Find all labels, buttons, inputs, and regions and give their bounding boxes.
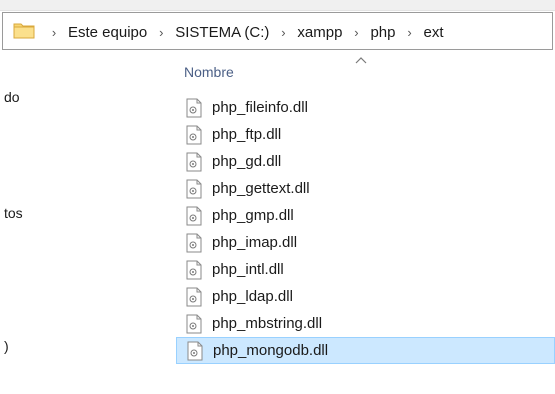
breadcrumb-php[interactable]: php	[370, 24, 395, 41]
file-row[interactable]: php_gmp.dll	[176, 202, 555, 229]
file-list: php_fileinfo.dll php_ftp.dll php_gd.dll …	[176, 94, 555, 364]
file-explorer-window: › Este equipo › SISTEMA (C:) › xampp › p…	[0, 0, 555, 394]
dll-file-icon	[187, 341, 203, 360]
breadcrumb-este-equipo[interactable]: Este equipo	[68, 24, 147, 41]
file-name: php_imap.dll	[212, 234, 298, 251]
file-row[interactable]: php_ftp.dll	[176, 121, 555, 148]
nav-item-label[interactable]: )	[4, 338, 9, 354]
chevron-right-icon[interactable]: ›	[49, 25, 59, 40]
chevron-right-icon[interactable]: ›	[404, 25, 414, 40]
dll-file-icon	[186, 125, 202, 144]
file-row[interactable]: php_gettext.dll	[176, 175, 555, 202]
address-bar[interactable]: › Este equipo › SISTEMA (C:) › xampp › p…	[2, 12, 553, 50]
nav-item-label[interactable]: do	[4, 89, 20, 105]
file-row[interactable]: php_mbstring.dll	[176, 310, 555, 337]
file-name: php_gmp.dll	[212, 207, 294, 224]
nav-item-label[interactable]: tos	[4, 205, 23, 221]
dll-file-icon	[186, 179, 202, 198]
file-name: php_mongodb.dll	[213, 342, 329, 359]
ribbon-edge	[0, 0, 555, 11]
dll-file-icon	[186, 233, 202, 252]
folder-icon	[13, 23, 35, 39]
dll-file-icon	[186, 206, 202, 225]
file-name: php_intl.dll	[212, 261, 284, 278]
chevron-right-icon[interactable]: ›	[351, 25, 361, 40]
file-row[interactable]: php_intl.dll	[176, 256, 555, 283]
sort-ascending-icon	[355, 57, 367, 64]
file-row[interactable]: php_imap.dll	[176, 229, 555, 256]
navigation-pane: do tos )	[0, 51, 48, 394]
file-name: php_ldap.dll	[212, 288, 293, 305]
file-row[interactable]: php_fileinfo.dll	[176, 94, 555, 121]
file-name: php_ftp.dll	[212, 126, 282, 143]
dll-file-icon	[186, 314, 202, 333]
file-name: php_fileinfo.dll	[212, 99, 308, 116]
breadcrumb: › Este equipo › SISTEMA (C:) › xampp › p…	[49, 21, 444, 43]
file-row-selected[interactable]: php_mongodb.dll	[176, 337, 555, 364]
file-name: php_gd.dll	[212, 153, 282, 170]
column-header-name[interactable]: Nombre	[184, 64, 234, 80]
dll-file-icon	[186, 152, 202, 171]
breadcrumb-ext[interactable]: ext	[423, 24, 443, 41]
chevron-right-icon[interactable]: ›	[156, 25, 166, 40]
file-name: php_gettext.dll	[212, 180, 310, 197]
chevron-right-icon[interactable]: ›	[278, 25, 288, 40]
breadcrumb-xampp[interactable]: xampp	[297, 24, 342, 41]
file-row[interactable]: php_ldap.dll	[176, 283, 555, 310]
dll-file-icon	[186, 260, 202, 279]
file-name: php_mbstring.dll	[212, 315, 323, 332]
dll-file-icon	[186, 98, 202, 117]
breadcrumb-sistema-c[interactable]: SISTEMA (C:)	[175, 24, 269, 41]
file-row[interactable]: php_gd.dll	[176, 148, 555, 175]
dll-file-icon	[186, 287, 202, 306]
